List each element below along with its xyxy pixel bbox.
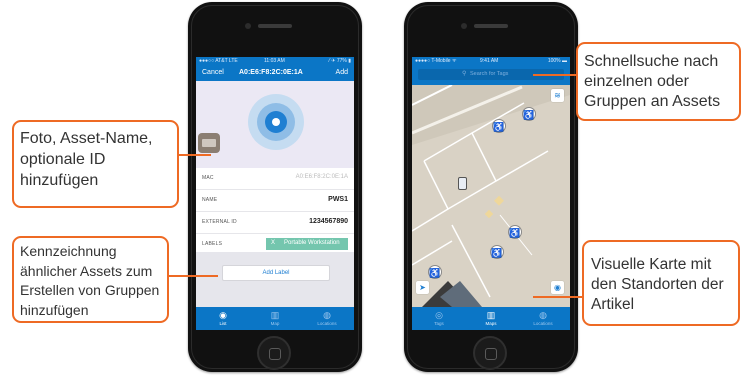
callout-leader: [177, 154, 211, 156]
callout-labels: Kennzeichnung ähnlicher Assets zum Erste…: [12, 236, 169, 323]
tab-maps-label: Maps: [485, 321, 497, 326]
wheelchair-icon[interactable]: ♿: [522, 107, 536, 121]
left-phone: ●●●○○ AT&T LTE 11:03 AM ⁄ ✈ 77% ▮ Cancel…: [188, 2, 362, 372]
tab-map-label: Map: [270, 321, 280, 326]
wheelchair-icon[interactable]: ♿: [490, 245, 504, 259]
layers-icon[interactable]: ≋: [551, 89, 564, 102]
mac-value: A0:E6:F8:2C:0E:1A: [295, 174, 348, 180]
tab-maps[interactable]: ▥ Maps: [465, 307, 517, 330]
floor-map[interactable]: ≋ ➤ ◉ ♿ ♿ ♿ ♿ ♿: [412, 85, 570, 307]
name-field[interactable]: PWS1: [328, 196, 348, 203]
external-id-label: EXTERNAL ID: [202, 219, 237, 225]
asset-form: MAC A0:E6:F8:2C:0E:1A NAME PWS1 EXTERNAL…: [196, 168, 354, 256]
wheelchair-icon[interactable]: ♿: [508, 225, 522, 239]
callout-map-text: Visuelle Karte mit den Standorten der Ar…: [591, 256, 724, 313]
search-placeholder: Search for Tags: [470, 71, 509, 77]
map-icon: ▥: [486, 310, 496, 320]
nav-bar: Cancel A0:E6:F8:2C:0E:1A Add: [196, 65, 354, 81]
tags-icon: ◎: [435, 310, 443, 320]
status-time: 9:41 AM: [480, 58, 499, 64]
labels-label: LABELS: [202, 241, 223, 247]
tab-locations-label: Locations: [533, 321, 553, 326]
battery-text: ⁄ ✈ 77% ▮: [329, 58, 351, 64]
tab-locations[interactable]: ◍ Locations: [517, 307, 569, 330]
front-camera: [245, 23, 251, 29]
speaker-grille: [258, 24, 292, 28]
callout-leader: [533, 74, 577, 76]
wheelchair-icon[interactable]: ♿: [492, 119, 506, 133]
label-tag[interactable]: X Portable Workstation: [266, 238, 348, 250]
search-icon: ⚲: [462, 71, 467, 77]
asset-header: [196, 81, 354, 168]
remove-label-icon[interactable]: X: [271, 240, 275, 246]
mac-row: MAC A0:E6:F8:2C:0E:1A: [196, 168, 354, 190]
tab-map[interactable]: ▥ Map: [249, 307, 301, 330]
callout-labels-text: Kennzeichnung ähnlicher Assets zum Erste…: [20, 243, 160, 318]
nav-title: A0:E6:F8:2C:0E:1A: [239, 69, 303, 76]
add-button[interactable]: Add: [336, 69, 348, 76]
right-phone: ●●●●○ T-Mobile ᯤ 9:41 AM 100% ▬ ⚲ Search…: [404, 2, 578, 372]
tab-tags-label: Tags: [434, 321, 444, 326]
wheelchair-icon[interactable]: ♿: [428, 265, 442, 279]
list-icon: ◉: [219, 310, 227, 320]
callout-search: Schnellsuche nach einzelnen oder Gruppen…: [576, 42, 741, 121]
mac-label: MAC: [202, 175, 214, 181]
home-button[interactable]: [473, 336, 507, 370]
battery-text: 100% ▬: [547, 58, 567, 64]
status-time: 11:03 AM: [264, 58, 285, 64]
front-camera: [461, 23, 467, 29]
external-id-field[interactable]: 1234567890: [309, 218, 348, 225]
add-label-button[interactable]: Add Label: [222, 265, 330, 281]
right-phone-screen: ●●●●○ T-Mobile ᯤ 9:41 AM 100% ▬ ⚲ Search…: [412, 57, 570, 330]
carrier-text: ●●●●○ T-Mobile ᯤ: [415, 58, 457, 64]
asset-marker[interactable]: [458, 177, 467, 190]
status-bar: ●●●○○ AT&T LTE 11:03 AM ⁄ ✈ 77% ▮: [196, 57, 354, 65]
tab-locations[interactable]: ◍ Locations: [301, 307, 353, 330]
callout-photo: Foto, Asset-Name, optionale ID hinzufüge…: [12, 120, 179, 208]
asset-photo-button[interactable]: [198, 133, 220, 153]
name-row[interactable]: NAME PWS1: [196, 190, 354, 212]
left-phone-screen: ●●●○○ AT&T LTE 11:03 AM ⁄ ✈ 77% ▮ Cancel…: [196, 57, 354, 330]
callout-search-text: Schnellsuche nach einzelnen oder Gruppen…: [584, 53, 721, 110]
floor-plan-lines: [412, 85, 570, 307]
name-label: NAME: [202, 197, 218, 203]
external-id-row[interactable]: EXTERNAL ID 1234567890: [196, 212, 354, 234]
label-tag-text: Portable Workstation: [284, 240, 340, 246]
tab-list-label: List: [219, 321, 227, 326]
carrier-text: ●●●○○ AT&T LTE: [199, 58, 238, 64]
map-icon: ▥: [270, 310, 280, 320]
tab-bar: ◉ List ▥ Map ◍ Locations: [196, 307, 354, 330]
globe-icon: ◍: [323, 310, 331, 320]
callout-photo-text: Foto, Asset-Name, optionale ID hinzufüge…: [20, 130, 153, 189]
tab-bar: ◎ Tags ▥ Maps ◍ Locations: [412, 307, 570, 330]
status-bar: ●●●●○ T-Mobile ᯤ 9:41 AM 100% ▬: [412, 57, 570, 65]
globe-icon: ◍: [539, 310, 547, 320]
tab-tags[interactable]: ◎ Tags: [413, 307, 465, 330]
locate-icon[interactable]: ➤: [416, 281, 429, 294]
eye-icon[interactable]: ◉: [551, 281, 564, 294]
add-label-area: Add Label: [196, 252, 354, 307]
tab-locations-label: Locations: [317, 321, 337, 326]
labels-row: LABELS X Portable Workstation: [196, 234, 354, 256]
tag-icon: [248, 94, 304, 150]
callout-map: Visuelle Karte mit den Standorten der Ar…: [582, 240, 740, 326]
callout-leader: [168, 275, 218, 277]
speaker-grille: [474, 24, 508, 28]
home-button[interactable]: [257, 336, 291, 370]
callout-leader: [533, 296, 583, 298]
cancel-button[interactable]: Cancel: [202, 69, 224, 76]
tab-list[interactable]: ◉ List: [197, 307, 249, 330]
